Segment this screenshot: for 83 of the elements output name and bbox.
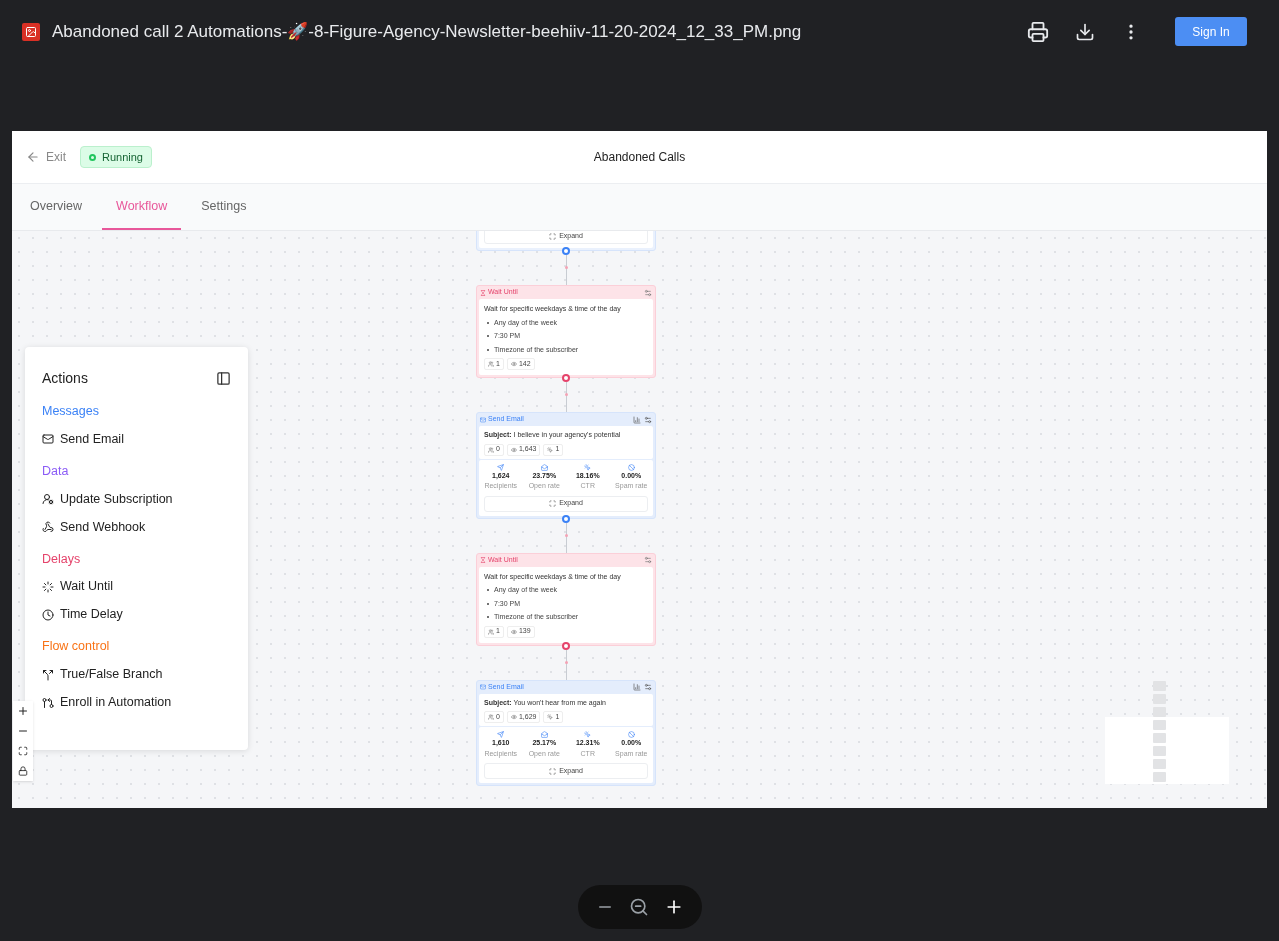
hourglass-icon	[480, 289, 486, 296]
connector-line	[565, 649, 567, 680]
send-icon	[497, 731, 505, 738]
chart-icon[interactable]	[633, 415, 641, 424]
eye-icon	[510, 446, 517, 453]
exit-label: Exit	[46, 149, 66, 166]
branch-arrow-icon	[42, 696, 54, 709]
people-icon	[488, 446, 494, 453]
connection-handle[interactable]	[562, 374, 570, 382]
action-label: Enroll in Automation	[60, 694, 172, 712]
hourglass-icon	[480, 557, 486, 563]
cursor-icon	[547, 446, 554, 453]
minimap-node	[1153, 720, 1166, 730]
expand-icon	[549, 500, 557, 507]
panel-title: Actions	[42, 369, 88, 388]
print-icon[interactable]	[1027, 20, 1049, 43]
action-item[interactable]: Send Webhook	[42, 517, 146, 537]
action-item[interactable]: Time Delay	[42, 605, 123, 625]
status-label: Running	[102, 149, 143, 165]
connector-line	[565, 255, 567, 285]
settings-icon[interactable]	[644, 415, 652, 424]
action-item[interactable]: True/False Branch	[42, 665, 163, 684]
tab[interactable]: Overview	[16, 184, 97, 230]
connector-line	[565, 522, 567, 553]
connection-handle[interactable]	[562, 247, 570, 255]
action-label: Send Email	[60, 430, 124, 448]
action-item[interactable]: Wait Until	[42, 577, 113, 597]
image-file-icon	[22, 22, 40, 41]
settings-icon[interactable]	[644, 556, 652, 564]
split-icon	[42, 668, 54, 681]
action-item[interactable]: Enroll in Automation	[42, 693, 172, 712]
ban-icon	[627, 731, 635, 738]
connection-handle[interactable]	[562, 514, 570, 523]
minimap-node	[1153, 772, 1166, 782]
reset-zoom-icon[interactable]	[629, 897, 649, 917]
mail-icon	[480, 684, 486, 690]
minimap-node	[1153, 759, 1166, 769]
people-icon	[488, 714, 494, 720]
action-label: True/False Branch	[60, 666, 163, 684]
group-title: Messages	[42, 403, 99, 420]
expand-icon	[549, 232, 557, 240]
cursor-icon	[584, 463, 592, 471]
mail-icon	[480, 416, 486, 423]
exit-link[interactable]: Exit	[26, 148, 66, 166]
action-label: Send Webhook	[60, 518, 146, 536]
webhook-icon	[42, 521, 54, 533]
people-icon	[488, 361, 494, 367]
automation-title: Abandoned Calls	[593, 149, 686, 166]
eye-icon	[510, 628, 517, 635]
open-envelope-icon	[540, 463, 548, 471]
mail-icon	[42, 433, 54, 446]
clock-icon	[42, 608, 54, 621]
group-title: Delays	[42, 550, 81, 568]
eye-icon	[510, 361, 517, 367]
chart-icon[interactable]	[633, 683, 641, 691]
action-label: Time Delay	[60, 606, 123, 624]
file-name: Abandoned call 2 Automations-🚀-8-Figure-Agency-Newsletter-beehiiv-11-20-2024_12_33_PM.png	[52, 20, 802, 43]
action-label: Update Subscription	[60, 490, 173, 508]
action-item[interactable]: Send Email	[42, 429, 124, 449]
group-title: Data	[42, 462, 69, 480]
people-icon	[488, 628, 494, 635]
action-item[interactable]: Update Subscription	[42, 489, 173, 509]
open-envelope-icon	[540, 731, 548, 738]
settings-icon[interactable]	[644, 288, 652, 297]
cursor-icon	[584, 731, 592, 738]
expand-icon	[549, 767, 557, 775]
settings-icon[interactable]	[644, 683, 652, 691]
connector-line	[565, 382, 567, 412]
action-label: Wait Until	[60, 578, 113, 596]
collapse-panel-icon[interactable]	[216, 371, 231, 386]
group-title: Flow control	[42, 638, 110, 656]
download-icon[interactable]	[1075, 21, 1095, 42]
send-icon	[497, 463, 505, 471]
eye-icon	[510, 714, 517, 720]
minimap-node	[1153, 707, 1166, 717]
person-gear-icon	[42, 493, 54, 505]
minimap-node	[1153, 733, 1166, 743]
tab[interactable]: Settings	[187, 184, 261, 230]
connection-handle[interactable]	[562, 641, 570, 650]
minimap-node	[1153, 746, 1166, 756]
loader-icon	[42, 580, 54, 593]
ban-icon	[627, 463, 635, 471]
cursor-icon	[547, 714, 554, 720]
